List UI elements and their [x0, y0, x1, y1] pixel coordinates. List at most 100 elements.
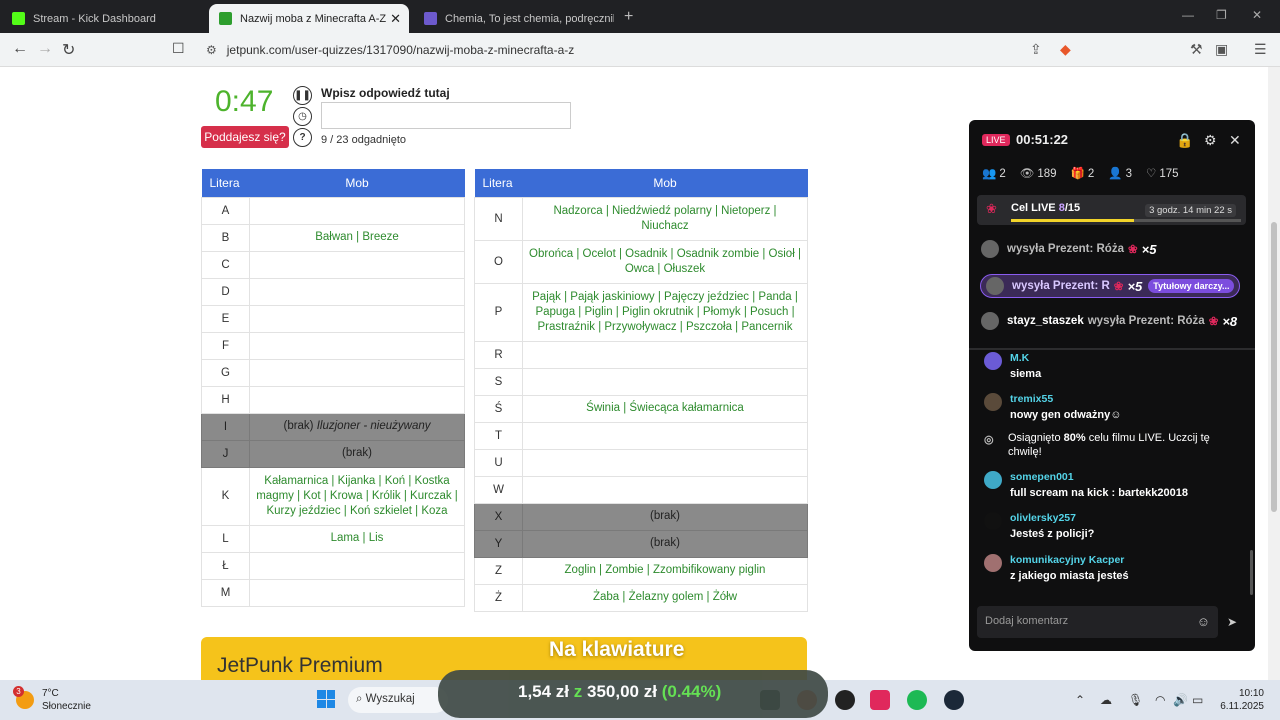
- letter-cell: S: [474, 367, 523, 396]
- answer-input[interactable]: [321, 102, 571, 129]
- tray-chevron-icon[interactable]: ⌃: [1075, 693, 1085, 707]
- avatar: [984, 393, 1002, 411]
- mob-cell: [522, 448, 808, 477]
- mob-cell: (brak): [522, 529, 808, 558]
- wallet-icon[interactable]: ▣: [1215, 41, 1228, 58]
- windows-start-icon[interactable]: [317, 690, 335, 708]
- mob-cell: Świnia | Świecąca kałamarnica: [522, 394, 808, 423]
- lock-icon[interactable]: 🔒: [1176, 132, 1193, 149]
- letter-cell: J: [201, 439, 250, 468]
- minimize-icon[interactable]: —: [1182, 8, 1194, 22]
- letter-cell: G: [201, 358, 250, 387]
- comment-input[interactable]: Dodaj komentarz ☺: [977, 606, 1218, 638]
- share-icon[interactable]: ⇪: [1030, 41, 1042, 58]
- address-bar[interactable]: ⚙ jetpunk.com/user-quizzes/1317090/nazwi…: [196, 37, 1058, 63]
- letter-cell: Ł: [201, 551, 250, 580]
- volume-icon[interactable]: 🔊: [1173, 693, 1188, 707]
- mob-cell: [522, 421, 808, 450]
- forward-icon[interactable]: →: [37, 40, 53, 58]
- answers-table-right: Litera Mob N Nadzorca | Niedźwiedź polarn…: [474, 169, 808, 612]
- live-stats: 👥 2 👁 189 🎁 2 👤 3 ♡ 175: [982, 166, 1179, 180]
- weather-widget[interactable]: 3 7°C Słonecznie: [13, 686, 91, 713]
- live-goal[interactable]: ❀ Cel LIVE 8/15 3 godz. 14 min 22 s: [977, 195, 1246, 225]
- mob-cell: Kałamarnica | Kijanka | Koń | Kostka mag…: [249, 466, 465, 526]
- table-row: P Pająk | Pająk jaskiniowy | Pajęczy jeźd…: [474, 282, 808, 342]
- menu-icon[interactable]: ☰: [1254, 41, 1267, 58]
- tiktok-icon[interactable]: [870, 690, 890, 710]
- site-info-icon[interactable]: ⚙: [206, 43, 217, 57]
- table-row: Ł: [201, 551, 465, 580]
- give-up-button[interactable]: Poddajesz się?: [201, 126, 289, 148]
- navigation-bar: ← → ↻ ☐ ⚙ jetpunk.com/user-quizzes/13170…: [0, 33, 1280, 67]
- taskbar-search[interactable]: ⌕ Wyszukaj: [348, 687, 448, 713]
- stream-overlay-text: Na klawiature: [549, 638, 685, 661]
- battery-icon[interactable]: ▭: [1192, 693, 1203, 707]
- stat-gifts: 🎁 2: [1070, 168, 1095, 180]
- mob-cell: [249, 385, 465, 414]
- back-icon[interactable]: ←: [12, 40, 28, 58]
- mob-cell: Bałwan | Breeze: [249, 223, 465, 252]
- table-row: D: [201, 277, 465, 306]
- scrollbar-thumb[interactable]: [1271, 222, 1277, 512]
- mob-cell: (brak): [522, 502, 808, 531]
- chat-scrollbar[interactable]: [1250, 550, 1253, 595]
- help-icon[interactable]: ?: [293, 128, 312, 147]
- column-header-mob: Mob: [249, 169, 465, 197]
- quiz-timer: 0:47: [215, 85, 274, 118]
- tab-jetpunk-quiz[interactable]: Nazwij moba z Minecrafta A-Z ✕: [209, 4, 409, 33]
- mob-cell: [249, 331, 465, 360]
- letter-cell: M: [201, 578, 250, 607]
- maximize-icon[interactable]: ❐: [1216, 8, 1227, 22]
- brave-shield-icon[interactable]: ◆: [1060, 41, 1071, 58]
- goal-time-left: 3 godz. 14 min 22 s: [1145, 204, 1236, 217]
- avatar: [984, 471, 1002, 489]
- onedrive-icon[interactable]: ☁: [1100, 693, 1112, 707]
- close-tab-icon[interactable]: ✕: [390, 11, 401, 27]
- close-panel-icon[interactable]: ✕: [1229, 132, 1241, 149]
- obs-icon[interactable]: [835, 690, 855, 710]
- bookmark-icon[interactable]: ☐: [172, 40, 185, 57]
- tab-chemia[interactable]: Chemia, To jest chemia, podręcznik, l: [414, 4, 614, 33]
- donation-ticker-overlay: 1,54 zł z 350,00 zł (0.44%): [438, 670, 828, 718]
- settings-icon[interactable]: ⚙: [1204, 132, 1217, 149]
- mob-cell: [249, 304, 465, 333]
- send-icon[interactable]: ➤: [1227, 615, 1237, 629]
- spotify-icon[interactable]: [907, 690, 927, 710]
- extensions-icon[interactable]: ⚒: [1190, 41, 1203, 58]
- clock-icon[interactable]: ◷: [293, 107, 312, 126]
- letter-cell: W: [474, 475, 523, 504]
- steam-icon[interactable]: [944, 690, 964, 710]
- mob-cell: [249, 277, 465, 306]
- page-scrollbar[interactable]: [1268, 67, 1280, 680]
- table-row: X (brak): [474, 502, 808, 531]
- stat-likes: ♡ 175: [1146, 168, 1179, 180]
- microphone-icon[interactable]: 🎙: [1128, 693, 1143, 707]
- table-row: H: [201, 385, 465, 414]
- wifi-icon[interactable]: ◠: [1155, 693, 1165, 707]
- column-header-letter: Litera: [201, 169, 250, 197]
- rose-icon: ❀: [986, 201, 997, 216]
- new-tab-icon[interactable]: +: [624, 8, 633, 26]
- mob-cell: (brak) Iluzjoner - nieużywany: [249, 412, 465, 441]
- reload-icon[interactable]: ↻: [62, 40, 75, 60]
- table-row: Ż Żaba | Żelazny golem | Żółw: [474, 583, 808, 612]
- tab-bar: Stream - Kick Dashboard Nazwij moba z Mi…: [0, 0, 1280, 33]
- system-clock[interactable]: 10:10 6.11.2025: [1214, 687, 1264, 713]
- letter-cell: N: [474, 196, 523, 241]
- pause-icon[interactable]: ❚❚: [293, 86, 312, 105]
- table-row: I (brak) Iluzjoner - nieużywany: [201, 412, 465, 441]
- letter-cell: K: [201, 466, 250, 526]
- tab-kick-dashboard[interactable]: Stream - Kick Dashboard: [2, 4, 207, 33]
- jetpunk-favicon: [219, 12, 232, 25]
- emoji-icon[interactable]: ☺: [1197, 614, 1210, 629]
- notification-badge: 3: [13, 686, 24, 697]
- close-window-icon[interactable]: ✕: [1252, 8, 1262, 22]
- heart-icon: ♡: [1146, 168, 1157, 180]
- chat-divider: [969, 348, 1255, 350]
- table-row: B Bałwan | Breeze: [201, 223, 465, 252]
- table-row: R: [474, 340, 808, 369]
- mob-cell: Zoglin | Zombie | Zzombifikowany piglin: [522, 556, 808, 585]
- mob-cell: Pająk | Pająk jaskiniowy | Pajęczy jeźdz…: [522, 282, 808, 342]
- mob-cell: (brak): [249, 439, 465, 468]
- top-donor-tag: Tytułowy darczy...: [1148, 279, 1235, 293]
